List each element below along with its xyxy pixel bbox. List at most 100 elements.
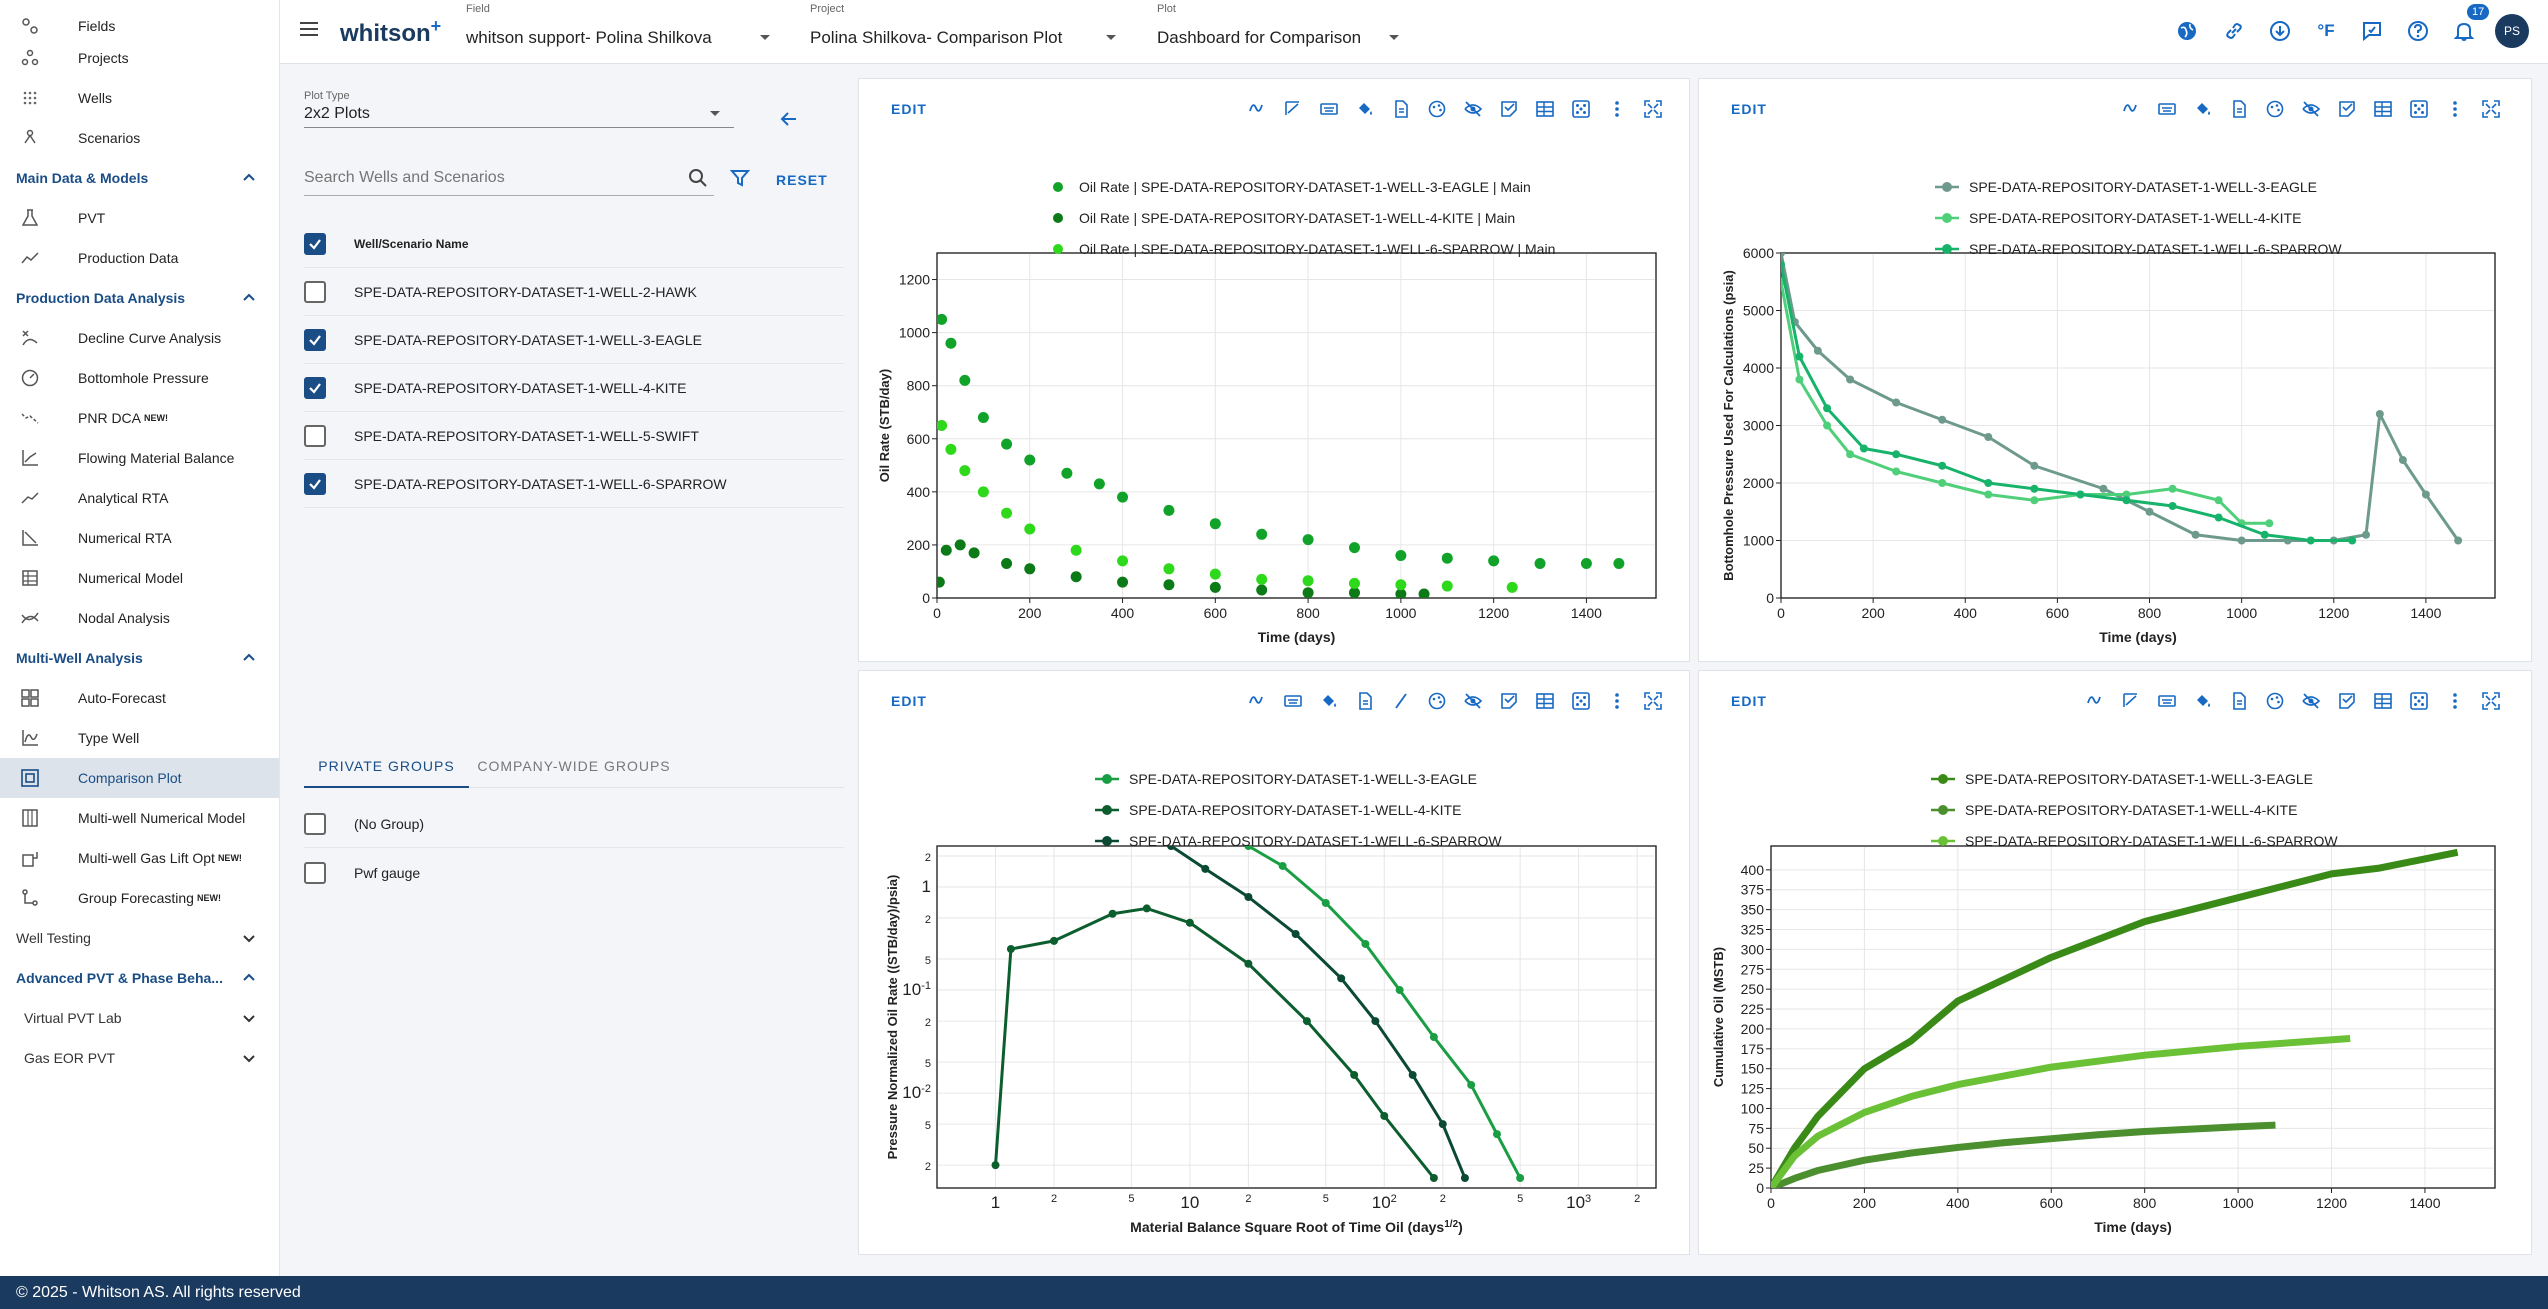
well-row[interactable]: SPE-DATA-REPOSITORY-DATASET-1-WELL-4-KIT… bbox=[304, 364, 844, 412]
diagonal-line-icon[interactable] bbox=[1385, 685, 1417, 717]
more-vert-icon[interactable] bbox=[2439, 93, 2471, 125]
well-checkbox[interactable] bbox=[304, 280, 326, 303]
paint-bucket-icon[interactable] bbox=[2187, 685, 2219, 717]
well-checkbox[interactable] bbox=[304, 328, 326, 351]
group-checkbox[interactable] bbox=[304, 862, 326, 884]
sidebar-item-dca[interactable]: Decline Curve Analysis bbox=[0, 318, 279, 358]
sidebar-item-numerical-rta[interactable]: Numerical RTA bbox=[0, 518, 279, 558]
sidebar-item-scenarios[interactable]: Scenarios bbox=[0, 118, 279, 158]
curve-icon[interactable] bbox=[1241, 685, 1273, 717]
sidebar-item-auto-forecast[interactable]: Auto-Forecast bbox=[0, 678, 279, 718]
sidebar-item-mw-numerical-model[interactable]: Multi-well Numerical Model bbox=[0, 798, 279, 838]
note-edit-icon[interactable] bbox=[1493, 685, 1525, 717]
legend-item[interactable]: SPE-DATA-REPOSITORY-DATASET-1-WELL-3-EAG… bbox=[1931, 764, 2338, 795]
feedback-icon[interactable] bbox=[2355, 14, 2389, 48]
table-icon[interactable] bbox=[2367, 93, 2399, 125]
more-vert-icon[interactable] bbox=[2439, 685, 2471, 717]
section-virtual-pvt-lab[interactable]: Virtual PVT Lab bbox=[0, 998, 279, 1038]
filter-icon[interactable] bbox=[729, 168, 751, 193]
sidebar-item-pvt[interactable]: PVT bbox=[0, 198, 279, 238]
keyboard-icon[interactable] bbox=[2151, 685, 2183, 717]
eye-off-icon[interactable] bbox=[2295, 685, 2327, 717]
legend-item[interactable]: Oil Rate | SPE-DATA-REPOSITORY-DATASET-1… bbox=[1049, 234, 1555, 265]
curve-icon[interactable] bbox=[1241, 93, 1273, 125]
legend-item[interactable]: SPE-DATA-REPOSITORY-DATASET-1-WELL-3-EAG… bbox=[1935, 172, 2342, 203]
keyboard-icon[interactable] bbox=[1277, 685, 1309, 717]
curve-icon[interactable] bbox=[2115, 93, 2147, 125]
paint-bucket-icon[interactable] bbox=[2187, 93, 2219, 125]
section-multi-well-analysis[interactable]: Multi-Well Analysis bbox=[0, 638, 279, 678]
legend-item[interactable]: SPE-DATA-REPOSITORY-DATASET-1-WELL-3-EAG… bbox=[1095, 764, 1502, 795]
eye-off-icon[interactable] bbox=[1457, 685, 1489, 717]
sidebar-item-wells[interactable]: Wells bbox=[0, 78, 279, 118]
table-icon[interactable] bbox=[2367, 685, 2399, 717]
reset-button[interactable]: RESET bbox=[776, 172, 828, 188]
group-row[interactable]: (No Group) bbox=[304, 800, 844, 848]
group-checkbox[interactable] bbox=[304, 812, 326, 835]
sidebar-item-numerical-model[interactable]: Numerical Model bbox=[0, 558, 279, 598]
sidebar-item-pnr-dca[interactable]: PNR DCA NEW! bbox=[0, 398, 279, 438]
scatter-icon[interactable] bbox=[2403, 685, 2435, 717]
palette-icon[interactable] bbox=[1421, 685, 1453, 717]
edit-chart-button[interactable]: EDIT bbox=[891, 693, 927, 709]
search-input[interactable] bbox=[304, 166, 664, 190]
more-vert-icon[interactable] bbox=[1601, 93, 1633, 125]
eye-off-icon[interactable] bbox=[2295, 93, 2327, 125]
legend-item[interactable]: SPE-DATA-REPOSITORY-DATASET-1-WELL-4-KIT… bbox=[1095, 795, 1502, 826]
tab-company-groups[interactable]: COMPANY-WIDE GROUPS bbox=[474, 752, 674, 788]
download-icon[interactable] bbox=[2263, 14, 2297, 48]
legend-item[interactable]: SPE-DATA-REPOSITORY-DATASET-1-WELL-4-KIT… bbox=[1935, 203, 2342, 234]
document-icon[interactable] bbox=[1385, 93, 1417, 125]
sidebar-item-analytical-rta[interactable]: Analytical RTA bbox=[0, 478, 279, 518]
well-checkbox[interactable] bbox=[304, 424, 326, 447]
edit-chart-button[interactable]: EDIT bbox=[1731, 101, 1767, 117]
section-gas-eor-pvt[interactable]: Gas EOR PVT bbox=[0, 1038, 279, 1078]
axis-line-icon[interactable] bbox=[2115, 685, 2147, 717]
well-row[interactable]: SPE-DATA-REPOSITORY-DATASET-1-WELL-5-SWI… bbox=[304, 412, 844, 460]
sidebar-item-nodal-analysis[interactable]: Nodal Analysis bbox=[0, 598, 279, 638]
document-icon[interactable] bbox=[2223, 93, 2255, 125]
notifications-bell-icon[interactable]: 17 bbox=[2447, 4, 2490, 48]
legend-item[interactable]: SPE-DATA-REPOSITORY-DATASET-1-WELL-6-SPA… bbox=[1931, 826, 2338, 857]
note-edit-icon[interactable] bbox=[2331, 93, 2363, 125]
sidebar-item-projects[interactable]: Projects bbox=[0, 38, 279, 78]
scatter-icon[interactable] bbox=[1565, 93, 1597, 125]
legend-item[interactable]: SPE-DATA-REPOSITORY-DATASET-1-WELL-6-SPA… bbox=[1935, 234, 2342, 265]
whitson-logo[interactable]: whitson+ bbox=[340, 16, 441, 48]
sidebar-item-fmb[interactable]: Flowing Material Balance bbox=[0, 438, 279, 478]
eye-off-icon[interactable] bbox=[1457, 93, 1489, 125]
sidebar-item-type-well[interactable]: Type Well bbox=[0, 718, 279, 758]
well-checkbox[interactable] bbox=[304, 472, 326, 495]
fullscreen-icon[interactable] bbox=[1637, 685, 1669, 717]
paint-bucket-icon[interactable] bbox=[1349, 93, 1381, 125]
search-icon[interactable] bbox=[688, 168, 708, 188]
fullscreen-icon[interactable] bbox=[2475, 93, 2507, 125]
link-icon[interactable] bbox=[2217, 14, 2251, 48]
collapse-panel-arrow-icon[interactable] bbox=[778, 108, 800, 135]
more-vert-icon[interactable] bbox=[1601, 685, 1633, 717]
sidebar-item-bottomhole-pressure[interactable]: Bottomhole Pressure bbox=[0, 358, 279, 398]
tab-private-groups[interactable]: PRIVATE GROUPS bbox=[304, 752, 469, 788]
table-icon[interactable] bbox=[1529, 685, 1561, 717]
section-well-testing[interactable]: Well Testing bbox=[0, 918, 279, 958]
document-icon[interactable] bbox=[2223, 685, 2255, 717]
well-row[interactable]: SPE-DATA-REPOSITORY-DATASET-1-WELL-6-SPA… bbox=[304, 460, 844, 508]
scatter-icon[interactable] bbox=[2403, 93, 2435, 125]
plot-select[interactable]: Plot Dashboard for Comparison bbox=[1157, 0, 1447, 64]
section-production-data-analysis[interactable]: Production Data Analysis bbox=[0, 278, 279, 318]
note-edit-icon[interactable] bbox=[1493, 93, 1525, 125]
legend-item[interactable]: Oil Rate | SPE-DATA-REPOSITORY-DATASET-1… bbox=[1049, 172, 1555, 203]
axis-line-icon[interactable] bbox=[1277, 93, 1309, 125]
legend-item[interactable]: Oil Rate | SPE-DATA-REPOSITORY-DATASET-1… bbox=[1049, 203, 1555, 234]
sidebar-item-comparison-plot[interactable]: Comparison Plot bbox=[0, 758, 279, 798]
section-main-data-models[interactable]: Main Data & Models bbox=[0, 158, 279, 198]
group-row[interactable]: Pwf gauge bbox=[304, 849, 844, 897]
sidebar-item-production-data[interactable]: Production Data bbox=[0, 238, 279, 278]
field-select[interactable]: Field whitson support- Polina Shilkova bbox=[466, 0, 776, 64]
sidebar-item-fields[interactable]: Fields bbox=[0, 13, 279, 38]
palette-icon[interactable] bbox=[2259, 93, 2291, 125]
sidebar-item-group-forecasting[interactable]: Group Forecasting NEW! bbox=[0, 878, 279, 918]
palette-icon[interactable] bbox=[2259, 685, 2291, 717]
user-avatar[interactable]: PS bbox=[2495, 14, 2529, 48]
fullscreen-icon[interactable] bbox=[1637, 93, 1669, 125]
